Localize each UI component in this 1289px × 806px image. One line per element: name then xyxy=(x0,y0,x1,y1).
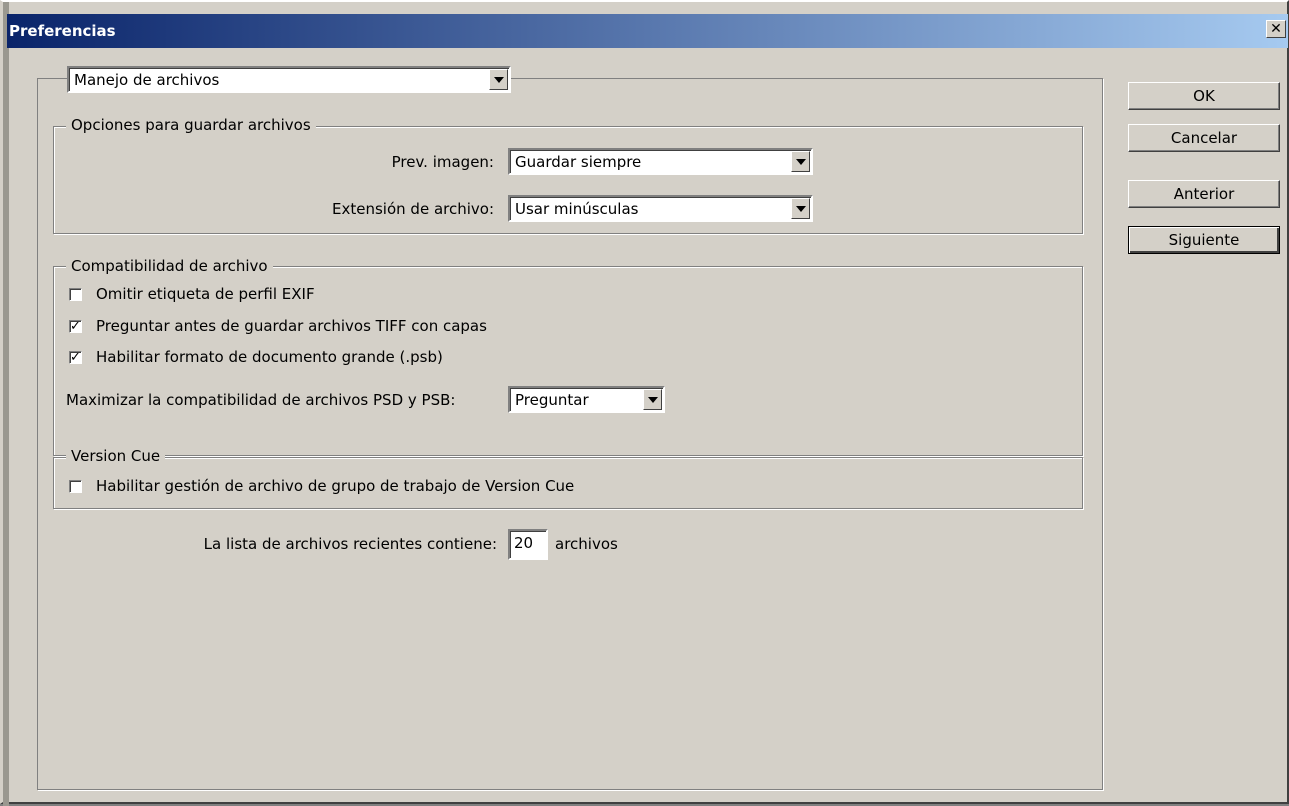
previous-button[interactable]: Anterior xyxy=(1128,180,1280,208)
compatibility-legend: Compatibilidad de archivo xyxy=(66,257,273,275)
chevron-down-icon[interactable] xyxy=(489,69,508,90)
category-select[interactable]: Manejo de archivos xyxy=(67,66,511,93)
recent-files-count-input[interactable]: 20 xyxy=(508,529,548,560)
maximize-compat-select[interactable]: Preguntar xyxy=(508,386,665,413)
extension-label: Extensión de archivo: xyxy=(332,200,494,218)
checkbox-omit-exif-label: Omitir etiqueta de perfil EXIF xyxy=(96,285,315,303)
cancel-button[interactable]: Cancelar xyxy=(1128,124,1280,152)
checkbox-large-doc[interactable]: ✓ xyxy=(69,351,82,364)
checkbox-version-cue-label: Habilitar gestión de archivo de grupo de… xyxy=(96,477,575,495)
next-button[interactable]: Siguiente xyxy=(1128,226,1280,254)
checkbox-omit-exif[interactable] xyxy=(69,288,82,301)
preview-label: Prev. imagen: xyxy=(391,153,494,171)
title-bar[interactable]: Preferencias ✕ xyxy=(7,14,1288,48)
window-edge xyxy=(3,2,9,806)
preferences-dialog: Preferencias ✕ Manejo de archivos Opcion… xyxy=(0,0,1289,806)
checkbox-ask-tiff-label: Preguntar antes de guardar archivos TIFF… xyxy=(96,317,487,335)
extension-select-value: Usar minúsculas xyxy=(515,200,639,218)
checkbox-version-cue[interactable] xyxy=(69,480,82,493)
chevron-down-icon[interactable] xyxy=(643,389,662,410)
window-title: Preferencias xyxy=(9,22,116,40)
version-cue-legend: Version Cue xyxy=(66,447,166,465)
maximize-compat-value: Preguntar xyxy=(515,391,589,409)
maximize-compat-label: Maximizar la compatibilidad de archivos … xyxy=(66,391,456,409)
preview-select[interactable]: Guardar siempre xyxy=(508,148,813,175)
ok-button[interactable]: OK xyxy=(1128,82,1280,110)
extension-select[interactable]: Usar minúsculas xyxy=(508,195,813,222)
chevron-down-icon[interactable] xyxy=(791,151,810,172)
preview-select-value: Guardar siempre xyxy=(515,153,642,171)
save-options-legend: Opciones para guardar archivos xyxy=(66,116,316,134)
category-select-value: Manejo de archivos xyxy=(74,71,220,89)
recent-files-suffix: archivos xyxy=(555,535,618,553)
checkbox-large-doc-label: Habilitar formato de documento grande (.… xyxy=(96,348,443,366)
close-icon[interactable]: ✕ xyxy=(1266,20,1286,38)
checkbox-ask-tiff[interactable]: ✓ xyxy=(69,320,82,333)
chevron-down-icon[interactable] xyxy=(791,198,810,219)
recent-files-label: La lista de archivos recientes contiene: xyxy=(203,535,497,553)
